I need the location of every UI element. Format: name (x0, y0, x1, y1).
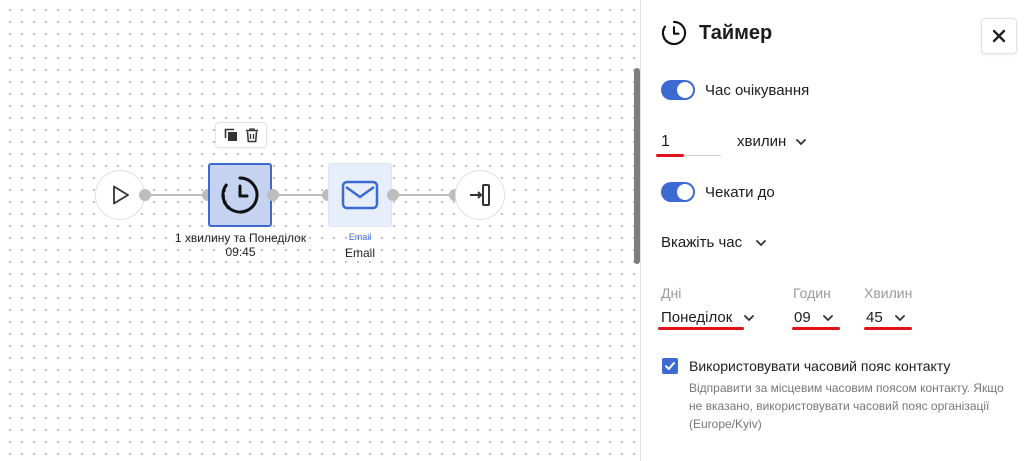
email-node[interactable] (328, 163, 392, 227)
email-node-output-port[interactable] (387, 189, 399, 201)
timezone-help-text: Відправити за місцевим часовим поясом ко… (689, 381, 1004, 431)
exit-node[interactable] (455, 170, 505, 220)
close-icon (992, 29, 1006, 43)
wait-until-label: Чекати до (705, 183, 775, 201)
start-node[interactable] (95, 170, 145, 220)
wait-until-mode-dropdown[interactable]: Вкажіть час (661, 234, 767, 251)
chevron-down-icon (756, 239, 767, 246)
trash-icon[interactable] (244, 127, 260, 143)
chevron-down-icon (796, 138, 807, 145)
hours-dropdown[interactable]: 09 (794, 309, 833, 326)
chevron-down-icon (894, 314, 905, 321)
minutes-value: 45 (866, 309, 883, 326)
panel-title: Таймер (699, 21, 773, 44)
hours-value: 09 (794, 309, 811, 326)
connector-start-timer (145, 194, 208, 196)
connector-email-exit (392, 194, 454, 196)
timer-node[interactable] (208, 163, 272, 227)
flow-canvas[interactable] (0, 0, 640, 461)
minutes-required-mark (864, 327, 912, 330)
timezone-checkbox[interactable] (662, 358, 678, 374)
timer-node-output-port[interactable] (267, 189, 279, 201)
start-node-output-port[interactable] (139, 189, 151, 201)
wait-until-mode-value: Вкажіть час (661, 234, 743, 251)
wait-until-row: Чекати до (661, 182, 775, 202)
play-icon (108, 183, 132, 207)
check-icon (664, 360, 676, 372)
wait-time-unit-value: хвилин (737, 133, 787, 150)
close-button[interactable] (981, 18, 1017, 54)
timer-settings-panel: Таймер Час очікування хвилин Чекати до В… (641, 0, 1025, 461)
days-label: Дні (661, 285, 682, 301)
wait-time-label: Час очікування (705, 81, 810, 99)
wait-time-toggle[interactable] (661, 80, 695, 100)
email-node-type: Email (348, 232, 372, 242)
timer-icon (661, 20, 687, 46)
chevron-down-icon (822, 314, 833, 321)
day-dropdown[interactable]: Понеділок (661, 309, 755, 326)
wait-time-value-required-mark (656, 154, 684, 157)
envelope-icon (341, 180, 379, 210)
timer-node-label: 1 хвилину та Понеділок 09:45 (174, 231, 307, 259)
minutes-label: Хвилин (864, 285, 913, 301)
wait-time-value-input[interactable] (661, 128, 721, 156)
panel-header: Таймер (661, 20, 772, 46)
chevron-down-icon (744, 314, 755, 321)
timezone-checkbox-label: Використовувати часовий пояс контакту (689, 358, 951, 374)
exit-icon (467, 182, 493, 208)
email-node-label: Email (344, 246, 375, 260)
day-required-mark (658, 327, 744, 330)
wait-until-toggle[interactable] (661, 182, 695, 202)
wait-time-unit-dropdown[interactable]: хвилин (737, 133, 807, 150)
minutes-dropdown[interactable]: 45 (866, 309, 905, 326)
hours-label: Годин (793, 285, 831, 301)
copy-icon[interactable] (223, 127, 239, 143)
day-value: Понеділок (661, 309, 733, 326)
hours-required-mark (792, 327, 840, 330)
timer-icon (220, 175, 260, 215)
wait-time-row: Час очікування (661, 80, 809, 100)
connector-timer-email (272, 194, 328, 196)
node-toolbar (215, 122, 267, 148)
